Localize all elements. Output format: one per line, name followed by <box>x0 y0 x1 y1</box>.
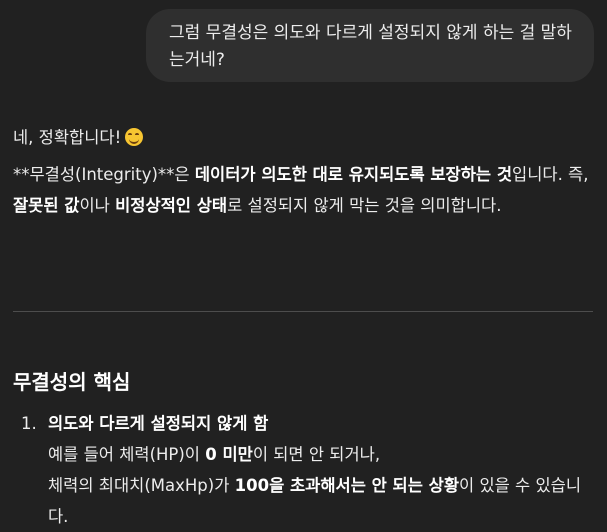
section-heading: 무결성의 핵심 <box>13 370 131 394</box>
list-item-title-line: 의도와 다르게 설정되지 않게 함 <box>48 408 595 439</box>
line1-text-1: 예를 들어 체력(HP)이 <box>48 445 206 464</box>
greeting-text: 네, 정확합니다! <box>13 128 122 147</box>
line2-text-1: 체력의 최대치(MaxHp)가 <box>48 476 235 495</box>
para-bold-2: 잘못된 값 <box>13 196 80 215</box>
list-item-body: 의도와 다르게 설정되지 않게 함 예를 들어 체력(HP)이 0 미만이 되면… <box>48 408 595 532</box>
para-bold-1: 데이터가 의도한 대로 유지되도록 보장하는 것 <box>194 165 513 184</box>
line1-bold-1: 0 미만 <box>205 445 253 464</box>
assistant-greeting: 네, 정확합니다! <box>13 122 595 153</box>
list-item-line-1: 예를 들어 체력(HP)이 0 미만이 되면 안 되거나, <box>48 439 595 470</box>
list-item: 1. 의도와 다르게 설정되지 않게 함 예를 들어 체력(HP)이 0 미만이… <box>21 408 595 532</box>
para-bold-3: 비정상적인 상태 <box>115 196 228 215</box>
para-text-1: **무결성(Integrity)**은 <box>13 165 195 184</box>
list-item-title: 의도와 다르게 설정되지 않게 함 <box>48 414 269 433</box>
para-text-3: 이나 <box>79 196 116 215</box>
smiling-face-emoji-icon <box>125 128 144 146</box>
assistant-message: 네, 정확합니다! **무결성(Integrity)**은 데이터가 의도한 대… <box>13 122 595 221</box>
line2-bold-1: 100을 초과해서는 안 되는 상황 <box>234 476 460 495</box>
assistant-paragraph: **무결성(Integrity)**은 데이터가 의도한 대로 유지되도록 보장… <box>13 159 595 221</box>
list-item-line-2: 체력의 최대치(MaxHp)가 100을 초과해서는 안 되는 상황이 있을 수… <box>48 470 595 532</box>
user-message-bubble: 그럼 무결성은 의도와 다르게 설정되지 않게 하는 걸 말하는거네? <box>146 9 594 82</box>
section-divider <box>13 311 593 312</box>
user-message-text: 그럼 무결성은 의도와 다르게 설정되지 않게 하는 걸 말하는거네? <box>169 23 572 70</box>
line1-text-2: 이 되면 안 되거나, <box>252 445 381 464</box>
para-text-4: 로 설정되지 않게 막는 것을 의미합니다. <box>227 196 502 215</box>
para-text-2: 입니다. 즉, <box>512 165 589 184</box>
list-item-number: 1. <box>21 414 37 433</box>
